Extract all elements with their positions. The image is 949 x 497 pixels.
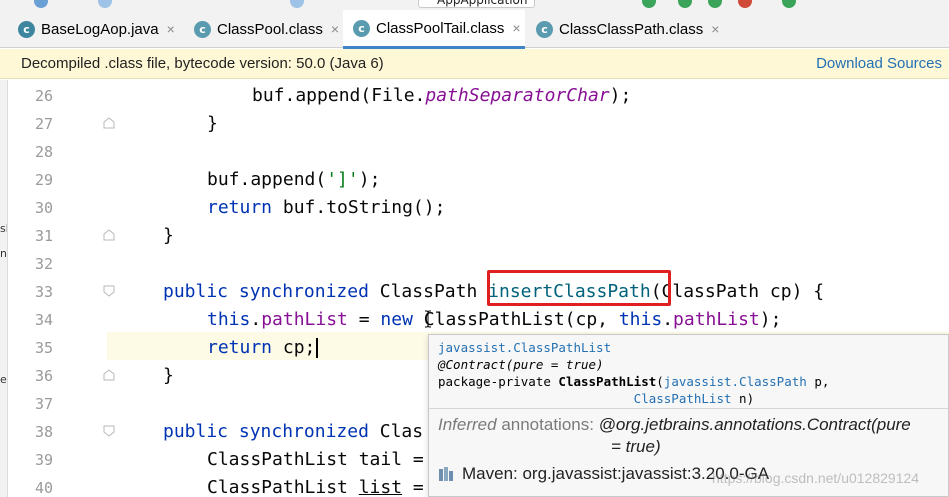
line-number: 29 [34,171,53,189]
editor-tab-bar: c BaseLogAop.java × c ClassPool.class × … [0,10,949,49]
top-toolbar: AppApplication [0,0,949,10]
fold-end-icon[interactable] [103,229,115,241]
toolbar-icon[interactable] [290,0,304,8]
annotation-highlight-box [487,270,671,306]
code-line-29: buf.append(']'); [207,169,381,190]
code-line-34: this.pathList = new ClassPathList(cp, th… [207,309,782,330]
run-icon[interactable] [642,0,656,8]
ibeam-cursor-icon [425,310,431,328]
code-line-30: return buf.toString(); [207,197,446,218]
line-number: 26 [34,87,53,105]
line-number: 37 [34,395,53,413]
code-line-35: return cp; [207,334,319,362]
class-icon: c [194,20,211,38]
line-number: 30 [34,199,53,217]
close-icon[interactable]: × [512,20,520,36]
toolbar-icon[interactable] [34,0,48,8]
run-configuration-selector[interactable]: AppApplication [418,0,535,8]
build-icon[interactable] [782,0,796,8]
tab-classpooltail[interactable]: c ClassPoolTail.class × [343,10,525,49]
toolbar-icon[interactable] [98,0,112,8]
tab-label: BaseLogAop.java [41,20,159,38]
close-icon[interactable]: × [167,21,175,37]
param-type-link[interactable]: ClassPathList [634,391,732,406]
tab-label: ClassPool.class [217,20,323,38]
code-line-36: } [163,365,174,386]
line-number: 39 [34,451,53,469]
line-number: 33 [34,283,53,301]
debug-icon[interactable] [678,0,692,8]
line-number: 31 [34,227,53,245]
contract-annotation: @Contract(pure = true) [438,357,604,372]
text-caret [316,338,319,358]
profile-icon[interactable] [738,0,752,8]
code-line-38: public synchronized Clas [163,421,424,442]
tab-classpool[interactable]: c ClassPool.class × [184,10,339,48]
code-line-31: } [163,225,174,246]
tab-label: ClassClassPath.class [559,20,704,38]
inferred-annotations: Inferred annotations: @org.jetbrains.ann… [438,415,911,434]
line-number: 35 [34,339,53,357]
close-icon[interactable]: × [711,21,719,37]
close-icon[interactable]: × [331,21,339,37]
watermark: https://blog.csdn.net/u012829124 [712,470,920,486]
tab-classclasspath[interactable]: c ClassClassPath.class × [526,10,719,48]
library-icon [439,467,453,481]
notice-message: Decompiled .class file, bytecode version… [21,55,384,72]
editor-gutter[interactable]: 26 27 28 29 30 31 32 33 34 35 36 37 38 3… [8,80,115,497]
code-line-27: } [207,113,218,134]
divider [429,408,948,409]
param-type-link[interactable]: javassist.ClassPath [664,374,807,389]
fold-end-icon[interactable] [103,117,115,129]
decompiled-notice-bar: Decompiled .class file, bytecode version… [0,49,949,79]
code-line-39: ClassPathList tail = [207,449,424,470]
tab-label: ClassPoolTail.class [376,19,505,37]
coverage-icon[interactable] [708,0,722,8]
fold-start-icon[interactable] [103,285,115,297]
class-link[interactable]: javassist.ClassPathList [438,340,611,355]
class-icon: c [353,19,370,37]
line-number: 40 [34,479,53,497]
line-number: 32 [34,255,53,273]
class-icon: c [536,20,553,38]
inferred-annotations-cont: = true) [611,437,661,456]
class-icon: c [18,20,35,38]
line-number: 27 [34,115,53,133]
line-number: 38 [34,423,53,441]
line-number: 34 [34,311,53,329]
code-line-26: buf.append(File.pathSeparatorChar); [252,85,632,106]
fold-end-icon[interactable] [103,369,115,381]
fold-start-icon[interactable] [103,425,115,437]
line-number: 28 [34,143,53,161]
line-number: 36 [34,367,53,385]
tab-baselogaop[interactable]: c BaseLogAop.java × [8,10,175,48]
code-line-40: ClassPathList list = [207,477,424,497]
doc-signature: javassist.ClassPathList @Contract(pure =… [438,340,830,406]
download-sources-link[interactable]: Download Sources [816,55,942,72]
